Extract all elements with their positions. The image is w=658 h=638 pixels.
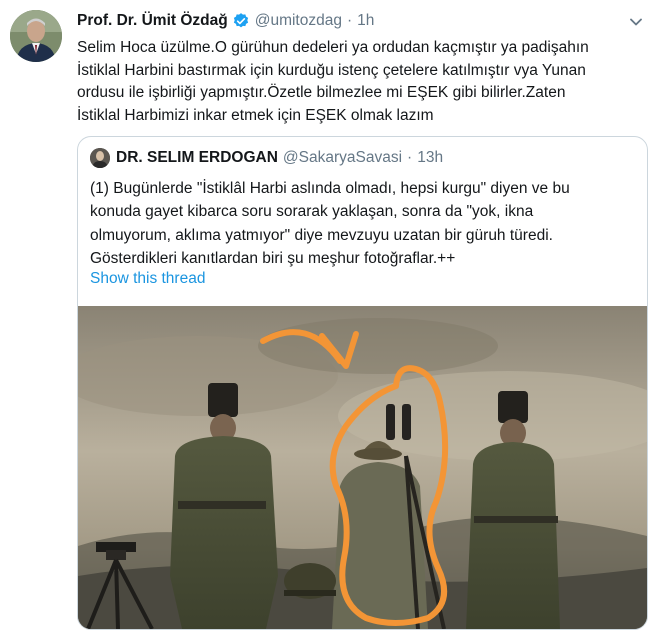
quoted-author-handle: @SakaryaSavasi <box>282 149 403 166</box>
chevron-down-icon[interactable] <box>626 12 646 32</box>
tweet-timestamp[interactable]: 1h <box>357 12 374 30</box>
quoted-tweet-text: (1) Bugünlerde "İstiklâl Harbi aslında o… <box>90 177 638 270</box>
quoted-photo[interactable] <box>78 306 647 629</box>
quoted-tweet-card[interactable]: DR. SELIM ERDOGAN @SakaryaSavasi · 13h (… <box>77 136 648 630</box>
tweet-text: Selim Hoca üzülme.O gürühun dedeleri ya … <box>77 37 647 127</box>
quoted-tweet-header: DR. SELIM ERDOGAN @SakaryaSavasi · 13h <box>90 147 443 169</box>
author-name[interactable]: Prof. Dr. Ümit Özdağ <box>77 12 228 30</box>
tweet-text-line: Selim Hoca üzülme.O gürühun dedeleri ya … <box>77 39 589 56</box>
quoted-text-line: konuda gayet kibarca soru sorarak yaklaş… <box>90 203 534 221</box>
quoted-text-line: Gösterdikleri kanıtlardan biri şu meşhur… <box>90 249 456 267</box>
quoted-timestamp: 13h <box>417 149 444 166</box>
quoted-author-name: DR. SELIM ERDOGAN <box>116 149 278 166</box>
author-avatar[interactable] <box>10 10 62 62</box>
tweet-header: Prof. Dr. Ümit Özdağ @umitozdag · 1h <box>77 10 374 32</box>
show-thread-link[interactable]: Show this thread <box>90 270 205 288</box>
tweet-text-line: İstiklal Harbini bastırmak için kurduğu … <box>77 61 586 79</box>
quoted-text-line: (1) Bugünlerde "İstiklâl Harbi aslında o… <box>90 180 570 197</box>
quoted-author-avatar <box>90 148 110 168</box>
tweet-text-line: İstiklal Harbimizi inkar etmek için EŞEK… <box>77 106 434 124</box>
separator-dot: · <box>407 149 413 166</box>
quoted-text-line: olmuyorum, aklıma yatmıyor" diye mevzuyu… <box>90 226 553 244</box>
separator-dot: · <box>346 12 353 29</box>
tweet-text-line: ordusu ile işbirliği yapmıştır.Özetle bi… <box>77 84 566 101</box>
verified-badge-icon <box>232 12 250 30</box>
author-handle[interactable]: @umitozdag <box>255 12 342 30</box>
